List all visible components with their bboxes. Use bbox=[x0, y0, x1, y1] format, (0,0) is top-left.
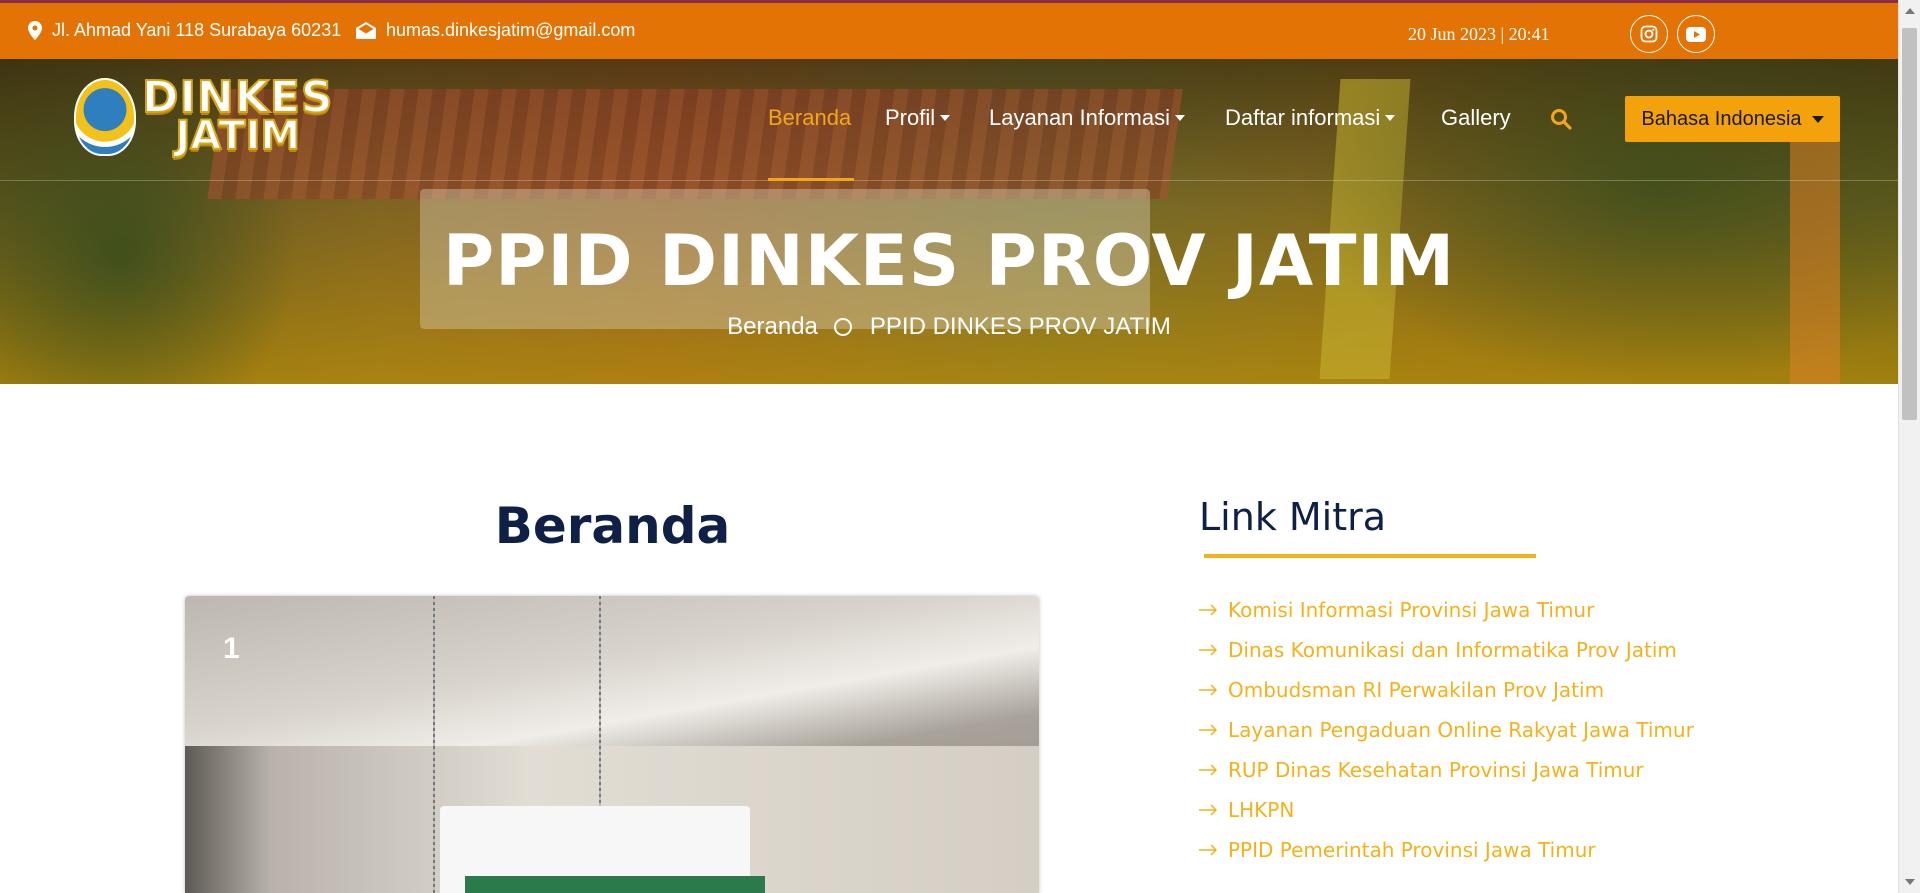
breadcrumb-current: PPID DINKES PROV JATIM bbox=[869, 313, 1171, 340]
partner-link-label: Dinas Komunikasi dan Informatika Prov Ja… bbox=[1228, 638, 1677, 662]
logo-line-1: DINKES bbox=[141, 72, 334, 123]
sidebar-title: Link Mitra bbox=[1199, 495, 1387, 539]
partner-link-label: PPID Pemerintah Provinsi Jawa Timur bbox=[1228, 838, 1596, 862]
arrow-right-icon bbox=[1199, 644, 1218, 656]
email-item[interactable]: humas.dinkesjatim@gmail.com bbox=[356, 20, 635, 41]
caret-down-icon bbox=[940, 115, 951, 121]
nav-item-label: Layanan Informasi bbox=[989, 105, 1170, 130]
language-dropdown[interactable]: Bahasa Indonesia bbox=[1625, 96, 1840, 142]
youtube-icon bbox=[1686, 26, 1706, 42]
envelope-icon bbox=[356, 22, 376, 39]
site-logo[interactable]: DINKES JATIM bbox=[74, 72, 334, 158]
partner-link-label: LHKPN bbox=[1228, 798, 1295, 822]
partner-link-label: Ombudsman RI Perwakilan Prov Jatim bbox=[1228, 678, 1605, 702]
location-pin-icon bbox=[28, 21, 42, 40]
nav-item-label: Beranda bbox=[768, 105, 852, 130]
nav-separator bbox=[0, 180, 1898, 181]
partner-link-label: Komisi Informasi Provinsi Jawa Timur bbox=[1228, 598, 1595, 622]
photo-sign-green bbox=[465, 876, 765, 893]
slide-number: 1 bbox=[223, 632, 240, 665]
partner-link[interactable]: RUP Dinas Kesehatan Provinsi Jawa Timur bbox=[1199, 750, 1694, 790]
page: Jl. Ahmad Yani 118 Surabaya 60231 humas.… bbox=[0, 0, 1920, 893]
partner-link[interactable]: Komisi Informasi Provinsi Jawa Timur bbox=[1199, 590, 1694, 630]
hero-title: PPID DINKES PROV JATIM bbox=[442, 220, 1456, 302]
search-button[interactable] bbox=[1550, 108, 1572, 135]
caret-down-icon bbox=[1811, 115, 1824, 123]
nav-active-indicator bbox=[768, 178, 854, 181]
nav-item-label: Profil bbox=[885, 105, 936, 130]
nav-item-layanan-informasi[interactable]: Layanan Informasi bbox=[989, 105, 1185, 131]
partner-link[interactable]: Dinas Komunikasi dan Informatika Prov Ja… bbox=[1199, 630, 1694, 670]
breadcrumb-home-link[interactable]: Beranda bbox=[727, 313, 818, 341]
scrollbar-thumb[interactable] bbox=[1902, 28, 1917, 420]
top-bar: Jl. Ahmad Yani 118 Surabaya 60231 humas.… bbox=[0, 0, 1898, 59]
instagram-icon bbox=[1640, 25, 1658, 43]
caret-down-icon bbox=[1385, 115, 1396, 121]
logo-text: DINKES JATIM bbox=[141, 72, 334, 158]
caret-down-icon bbox=[1175, 115, 1185, 121]
nav-item-profil[interactable]: Profil bbox=[885, 105, 951, 131]
photo-wire bbox=[433, 596, 435, 893]
address-text: Jl. Ahmad Yani 118 Surabaya 60231 bbox=[52, 20, 342, 40]
instagram-button[interactable] bbox=[1630, 15, 1668, 53]
nav-item-label: Daftar informasi bbox=[1225, 105, 1381, 130]
breadcrumb: Beranda PPID DINKES PROV JATIM bbox=[0, 313, 1898, 341]
address-item: Jl. Ahmad Yani 118 Surabaya 60231 bbox=[28, 20, 341, 41]
breadcrumb-separator-icon bbox=[833, 318, 852, 336]
scroll-up-arrow-icon[interactable] bbox=[1905, 8, 1915, 14]
sidebar-title-underline bbox=[1204, 554, 1536, 558]
partner-links-list: Komisi Informasi Provinsi Jawa Timur Din… bbox=[1199, 590, 1694, 870]
language-label: Bahasa Indonesia bbox=[1641, 107, 1802, 130]
partner-link-label: Layanan Pengaduan Online Rakyat Jawa Tim… bbox=[1228, 718, 1694, 742]
search-icon bbox=[1551, 109, 1572, 130]
partner-link[interactable]: LHKPN bbox=[1199, 790, 1694, 830]
nav-item-beranda[interactable]: Beranda bbox=[768, 105, 851, 131]
arrow-right-icon bbox=[1199, 684, 1218, 696]
page-title: Beranda bbox=[494, 497, 731, 555]
nav-item-label: Gallery bbox=[1441, 105, 1511, 130]
jatim-emblem-icon bbox=[74, 78, 136, 156]
partner-link-label: RUP Dinas Kesehatan Provinsi Jawa Timur bbox=[1228, 758, 1644, 782]
youtube-button[interactable] bbox=[1677, 15, 1715, 53]
arrow-right-icon bbox=[1199, 604, 1218, 616]
arrow-right-icon bbox=[1199, 844, 1218, 856]
arrow-right-icon bbox=[1199, 804, 1218, 816]
slideshow-image[interactable]: 1 bbox=[185, 596, 1039, 893]
date-time: 20 Jun 2023 | 20:41 bbox=[1408, 24, 1550, 44]
partner-link[interactable]: PPID Pemerintah Provinsi Jawa Timur bbox=[1199, 830, 1694, 870]
nav-item-daftar-informasi[interactable]: Daftar informasi bbox=[1225, 105, 1396, 131]
page-scrollbar[interactable] bbox=[1898, 0, 1920, 893]
partner-link[interactable]: Ombudsman RI Perwakilan Prov Jatim bbox=[1199, 670, 1694, 710]
scroll-down-arrow-icon[interactable] bbox=[1905, 879, 1915, 885]
nav-item-gallery[interactable]: Gallery bbox=[1441, 105, 1511, 131]
arrow-right-icon bbox=[1199, 724, 1218, 736]
email-link[interactable]: humas.dinkesjatim@gmail.com bbox=[386, 20, 635, 41]
partner-link[interactable]: Layanan Pengaduan Online Rakyat Jawa Tim… bbox=[1199, 710, 1694, 750]
arrow-right-icon bbox=[1199, 764, 1218, 776]
